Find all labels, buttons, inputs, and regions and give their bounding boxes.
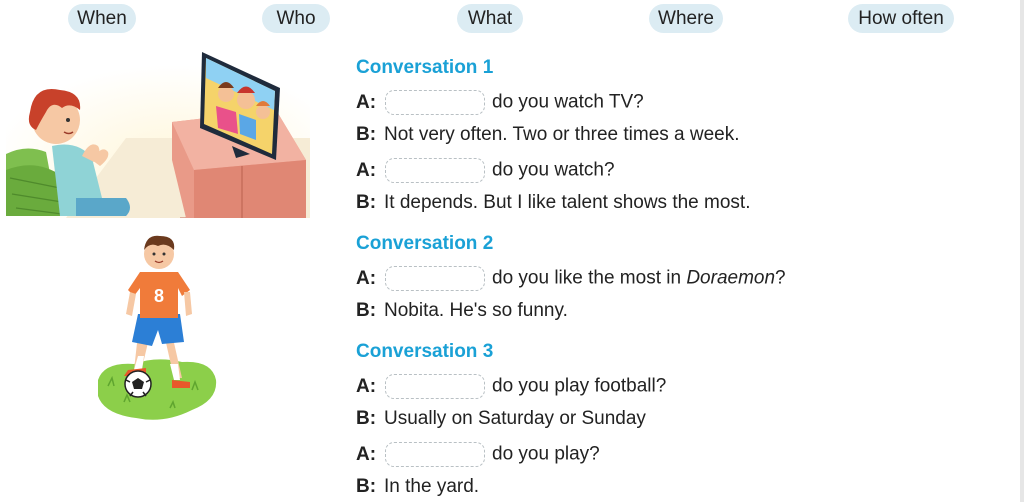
word-chip-what[interactable]: What	[457, 4, 523, 33]
word-chip-how-often[interactable]: How often	[848, 4, 954, 33]
boy-with-football-illustration: 8	[98, 235, 217, 420]
conversation-1-line-4: B: It depends. But I like talent shows th…	[356, 192, 750, 214]
line-text: do you watch?	[492, 159, 615, 181]
answer-blank-2[interactable]	[385, 158, 485, 183]
speaker-label: A:	[356, 443, 377, 465]
line-text-italic: Doraemon	[686, 267, 776, 289]
speaker-label: B:	[356, 300, 377, 321]
line-text: It depends. But I like talent shows the …	[384, 192, 751, 213]
speaker-label: B:	[356, 192, 377, 213]
conversation-3-line-1: A: do you play football?	[356, 374, 666, 399]
conversation-1-line-3: A: do you watch?	[356, 158, 615, 183]
line-text-end: ?	[775, 267, 786, 289]
grass-patch	[98, 359, 217, 420]
word-chip-who[interactable]: Who	[262, 4, 330, 33]
football	[124, 370, 152, 398]
conversation-1-line-2: B: Not very often. Two or three times a w…	[356, 124, 740, 146]
conversation-2-line-2: B: Nobita. He's so funny.	[356, 300, 568, 322]
speaker-label: A:	[356, 375, 377, 397]
speaker-label: A:	[356, 267, 377, 289]
speaker-label: A:	[356, 159, 377, 181]
page-edge	[1020, 0, 1024, 502]
conversation-3-title: Conversation 3	[356, 341, 494, 362]
answer-blank-5[interactable]	[385, 442, 485, 467]
conversation-3-line-3: A: do you play?	[356, 442, 600, 467]
conversation-3-line-4: B: In the yard.	[356, 476, 479, 498]
word-bank: When Who What Where How often	[0, 0, 1024, 40]
answer-blank-3[interactable]	[385, 266, 485, 291]
speaker-label: B:	[356, 124, 377, 145]
conversation-3-line-2: B: Usually on Saturday or Sunday	[356, 408, 646, 430]
line-text: Usually on Saturday or Sunday	[384, 408, 646, 429]
word-chip-when[interactable]: When	[68, 4, 136, 33]
conversation-2-title: Conversation 2	[356, 233, 494, 254]
line-text: Nobita. He's so funny.	[384, 300, 568, 321]
answer-blank-1[interactable]	[385, 90, 485, 115]
word-chip-where[interactable]: Where	[649, 4, 723, 33]
line-text: Not very often. Two or three times a wee…	[384, 124, 740, 145]
line-text: do you like the most in	[492, 267, 687, 289]
line-text: In the yard.	[384, 476, 480, 497]
line-text: do you play?	[492, 443, 600, 465]
line-text: do you play football?	[492, 375, 667, 397]
conversation-1-title: Conversation 1	[356, 57, 494, 78]
speaker-label: B:	[356, 476, 377, 497]
conversation-1-line-1: A: do you watch TV?	[356, 90, 644, 115]
boy-watching-tv-illustration	[6, 48, 310, 218]
line-text: do you watch TV?	[492, 91, 644, 113]
speaker-label: A:	[356, 91, 377, 113]
speaker-label: B:	[356, 408, 377, 429]
shirt-number: 8	[154, 286, 164, 306]
conversation-2-line-1: A: do you like the most in Doraemon?	[356, 266, 786, 291]
answer-blank-4[interactable]	[385, 374, 485, 399]
